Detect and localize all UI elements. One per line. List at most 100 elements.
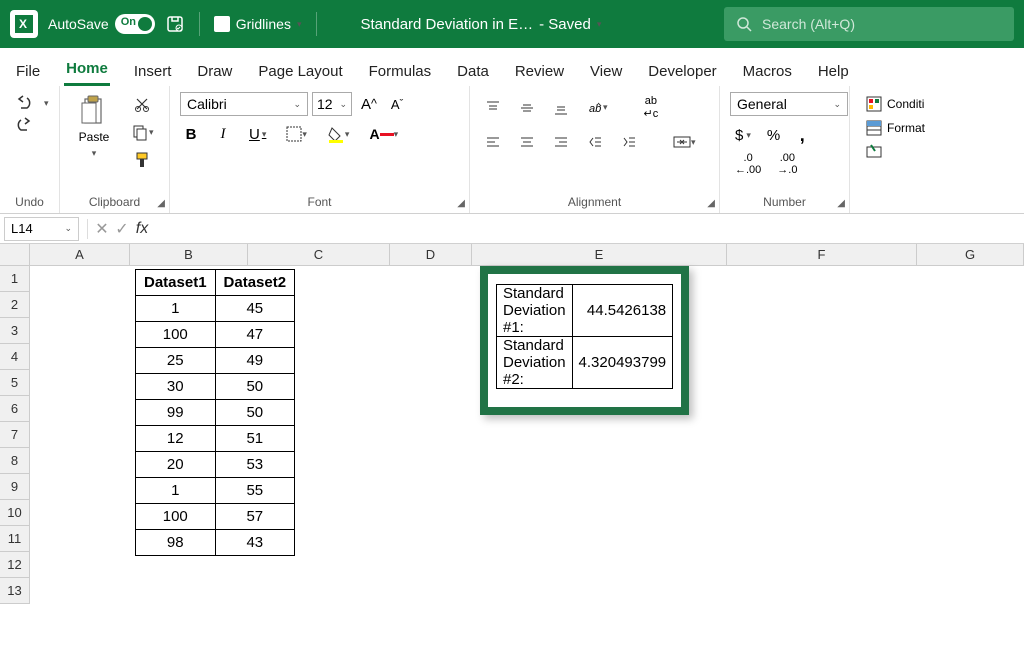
decrease-font-button[interactable]: Aˇ xyxy=(386,93,408,115)
number-launcher-icon[interactable]: ◢ xyxy=(837,198,845,209)
row-header[interactable]: 7 xyxy=(0,422,30,448)
paste-button[interactable]: Paste ▾ xyxy=(70,92,118,162)
increase-indent-button[interactable] xyxy=(616,131,642,153)
worksheet[interactable]: ABCDEFG 12345678910111213 Dataset1 Datas… xyxy=(0,244,1024,667)
cell[interactable]: 1 xyxy=(136,478,216,504)
table-header[interactable]: Dataset2 xyxy=(215,270,295,296)
row-header[interactable]: 2 xyxy=(0,292,30,318)
cell[interactable]: 45 xyxy=(215,296,295,322)
font-name-select[interactable]: Calibri⌄ xyxy=(180,92,308,116)
number-format-select[interactable]: General⌄ xyxy=(730,92,848,116)
column-header[interactable]: A xyxy=(30,244,130,265)
decrease-indent-button[interactable] xyxy=(582,131,608,153)
comma-format-button[interactable]: , xyxy=(791,122,813,149)
cancel-formula-icon[interactable]: ✕ xyxy=(92,219,112,239)
clipboard-launcher-icon[interactable]: ◢ xyxy=(157,198,165,209)
align-right-button[interactable] xyxy=(548,131,574,153)
cell-styles-button[interactable] xyxy=(860,140,892,164)
cell[interactable]: 50 xyxy=(215,374,295,400)
increase-font-button[interactable]: A^ xyxy=(356,93,382,116)
copy-button[interactable]: ▾ xyxy=(126,120,159,144)
format-as-table-button[interactable]: Format xyxy=(860,116,930,140)
save-icon[interactable] xyxy=(165,14,185,34)
alignment-launcher-icon[interactable]: ◢ xyxy=(707,198,715,209)
cell[interactable]: 99 xyxy=(136,400,216,426)
undo-button[interactable] xyxy=(10,92,40,114)
cut-button[interactable] xyxy=(126,92,159,116)
row-header[interactable]: 5 xyxy=(0,370,30,396)
fx-icon[interactable]: fx xyxy=(132,220,152,238)
tab-help[interactable]: Help xyxy=(816,57,851,86)
bold-button[interactable]: B xyxy=(180,123,202,146)
enter-formula-icon[interactable]: ✓ xyxy=(112,219,132,239)
row-header[interactable]: 6 xyxy=(0,396,30,422)
cell[interactable]: 50 xyxy=(215,400,295,426)
fill-color-button[interactable]: ▾ xyxy=(322,122,355,146)
cell[interactable]: 55 xyxy=(215,478,295,504)
tab-view[interactable]: View xyxy=(588,57,624,86)
cell[interactable]: 20 xyxy=(136,452,216,478)
decrease-decimal-button[interactable]: .00→.0 xyxy=(772,149,802,179)
column-header[interactable]: G xyxy=(917,244,1024,265)
cell[interactable]: 100 xyxy=(136,322,216,348)
tab-macros[interactable]: Macros xyxy=(741,57,794,86)
align-center-button[interactable] xyxy=(514,131,540,153)
align-top-button[interactable] xyxy=(480,97,506,119)
orientation-button[interactable]: ab▾ xyxy=(582,97,613,119)
search-input[interactable]: Search (Alt+Q) xyxy=(724,7,1014,41)
cell[interactable]: 43 xyxy=(215,530,295,556)
format-painter-button[interactable] xyxy=(126,148,159,172)
cell[interactable]: 12 xyxy=(136,426,216,452)
increase-decimal-button[interactable]: .0←.00 xyxy=(730,149,766,179)
column-header[interactable]: B xyxy=(130,244,248,265)
tab-formulas[interactable]: Formulas xyxy=(367,57,434,86)
font-launcher-icon[interactable]: ◢ xyxy=(457,198,465,209)
cell[interactable]: 47 xyxy=(215,322,295,348)
row-header[interactable]: 9 xyxy=(0,474,30,500)
percent-format-button[interactable]: % xyxy=(762,124,785,147)
row-header[interactable]: 4 xyxy=(0,344,30,370)
excel-app-icon[interactable]: X xyxy=(10,10,38,38)
cell[interactable]: 100 xyxy=(136,504,216,530)
results-table[interactable]: Standard Deviation #1: 44.5426138 Standa… xyxy=(496,284,673,389)
tab-review[interactable]: Review xyxy=(513,57,566,86)
gridlines-checkbox[interactable] xyxy=(214,16,230,32)
column-header[interactable]: F xyxy=(727,244,917,265)
tab-insert[interactable]: Insert xyxy=(132,57,174,86)
autosave-toggle[interactable]: AutoSave On xyxy=(48,14,155,34)
column-header[interactable]: D xyxy=(390,244,472,265)
font-color-button[interactable]: A▾ xyxy=(364,123,403,145)
column-header[interactable]: E xyxy=(472,244,727,265)
tab-draw[interactable]: Draw xyxy=(195,57,234,86)
borders-button[interactable]: ▾ xyxy=(281,123,312,145)
row-header[interactable]: 8 xyxy=(0,448,30,474)
row-header[interactable]: 13 xyxy=(0,578,30,604)
font-size-select[interactable]: 12⌄ xyxy=(312,92,352,116)
cell[interactable]: 53 xyxy=(215,452,295,478)
column-header[interactable]: C xyxy=(248,244,390,265)
row-header[interactable]: 10 xyxy=(0,500,30,526)
redo-button[interactable] xyxy=(10,114,40,136)
row-header[interactable]: 12 xyxy=(0,552,30,578)
document-title[interactable]: Standard Deviation in E… - Saved ▾ xyxy=(361,16,602,33)
cell[interactable]: 57 xyxy=(215,504,295,530)
gridlines-dropdown[interactable]: Gridlines ▾ xyxy=(214,16,302,32)
row-header[interactable]: 1 xyxy=(0,266,30,292)
row-header[interactable]: 11 xyxy=(0,526,30,552)
tab-data[interactable]: Data xyxy=(455,57,491,86)
row-header[interactable]: 3 xyxy=(0,318,30,344)
tab-home[interactable]: Home xyxy=(64,54,110,86)
underline-button[interactable]: U▾ xyxy=(244,123,271,146)
merge-center-button[interactable]: ▾ xyxy=(668,131,701,153)
table-header[interactable]: Dataset1 xyxy=(136,270,216,296)
conditional-formatting-button[interactable]: Conditi xyxy=(860,92,929,116)
accounting-format-button[interactable]: $▾ xyxy=(730,124,756,147)
data-table[interactable]: Dataset1 Dataset2 1451004725493050995012… xyxy=(135,269,295,556)
cell[interactable]: 51 xyxy=(215,426,295,452)
cell[interactable]: 30 xyxy=(136,374,216,400)
italic-button[interactable]: I xyxy=(212,123,234,146)
name-box[interactable]: L14⌄ xyxy=(4,217,79,241)
wrap-text-button[interactable]: ab↵c xyxy=(639,92,664,123)
align-bottom-button[interactable] xyxy=(548,97,574,119)
select-all-corner[interactable] xyxy=(0,244,30,265)
